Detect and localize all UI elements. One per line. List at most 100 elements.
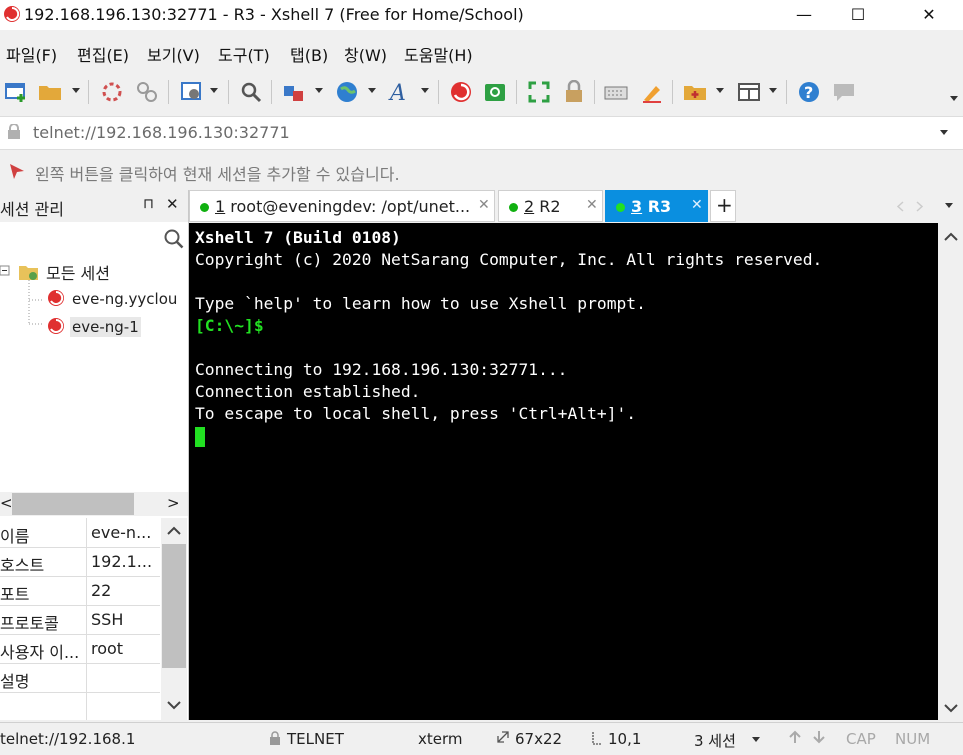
properties-dropdown-arrow-icon[interactable] xyxy=(210,88,218,93)
address-input[interactable]: telnet://192.168.196.130:32771 xyxy=(33,123,290,142)
search-icon[interactable] xyxy=(163,228,185,250)
scroll-up-arrow-icon[interactable] xyxy=(944,232,958,242)
terminal-scrollbar[interactable] xyxy=(938,223,963,720)
download-arrow-icon xyxy=(813,731,825,744)
property-value: eve-n... xyxy=(91,523,152,542)
toolbar-overflow-arrow-icon[interactable] xyxy=(950,96,958,101)
menu-file[interactable]: 파일(F) xyxy=(6,42,57,66)
globe-dropdown-arrow-icon[interactable] xyxy=(368,88,376,93)
globe-icon[interactable] xyxy=(335,80,359,104)
menu-tools[interactable]: 도구(T) xyxy=(218,42,270,66)
menu-edit[interactable]: 편집(E) xyxy=(77,42,129,66)
menu-help[interactable]: 도움말(H) xyxy=(404,42,473,66)
tab-scroll-left-icon[interactable] xyxy=(896,201,904,212)
close-tab-icon[interactable]: ✕ xyxy=(586,197,598,213)
tab-session-3[interactable]: 3 R3 ✕ xyxy=(605,190,708,222)
lock-icon[interactable] xyxy=(562,80,586,104)
session-manager-title: 세션 관리 xyxy=(0,200,64,219)
transfer-icon[interactable] xyxy=(282,80,306,104)
terminal-screen[interactable]: Xshell 7 (Build 0108) Copyright (c) 2020… xyxy=(189,223,938,720)
terminal-line: Copyright (c) 2020 NetSarang Computer, I… xyxy=(195,250,823,269)
property-value: SSH xyxy=(91,610,124,629)
layout-icon[interactable] xyxy=(737,80,761,104)
font-icon[interactable]: A xyxy=(388,80,412,104)
terminal-line: To escape to local shell, press 'Ctrl+Al… xyxy=(195,404,637,423)
properties-vertical-scrollbar[interactable] xyxy=(161,518,187,720)
cursor-position-icon xyxy=(592,732,601,745)
scroll-thumb[interactable] xyxy=(162,544,186,668)
font-dropdown-arrow-icon[interactable] xyxy=(421,88,429,93)
highlight-pen-icon[interactable] xyxy=(640,80,664,104)
terminal-line: Connecting to 192.168.196.130:32771... xyxy=(195,360,568,379)
close-tab-icon[interactable]: ✕ xyxy=(691,197,703,213)
status-bar: telnet://192.168.196.130:32771 TELNET xt… xyxy=(0,722,963,755)
transfer-dropdown-arrow-icon[interactable] xyxy=(315,88,323,93)
maximize-button[interactable]: ☐ xyxy=(835,0,881,30)
properties-icon[interactable] xyxy=(180,80,204,104)
session-manager-header: 세션 관리 ⊓ ✕ xyxy=(0,190,188,222)
scroll-up-arrow-icon[interactable] xyxy=(167,526,181,536)
property-name: 사용자 이... xyxy=(0,643,80,662)
scroll-right-arrow-icon[interactable]: > xyxy=(167,494,180,512)
property-row: 설명 xyxy=(0,663,160,693)
scroll-left-arrow-icon[interactable]: < xyxy=(0,494,13,512)
folder-dropdown-arrow-icon[interactable] xyxy=(716,88,724,93)
keyboard-icon[interactable] xyxy=(604,80,628,104)
toolbar-separator xyxy=(438,80,439,104)
toolbar-separator xyxy=(271,80,272,104)
scroll-thumb[interactable] xyxy=(12,493,134,515)
status-session-count: 3 세션 xyxy=(694,732,736,750)
tree-root-all-sessions[interactable]: 모든 세션 xyxy=(46,260,110,284)
lock-icon xyxy=(8,124,20,139)
disconnect-icon[interactable] xyxy=(135,80,159,104)
scroll-down-arrow-icon[interactable] xyxy=(944,703,958,713)
scroll-down-arrow-icon[interactable] xyxy=(167,700,181,710)
window-title: 192.168.196.130:32771 - R3 - Xshell 7 (F… xyxy=(24,5,524,24)
property-value: root xyxy=(91,639,124,658)
menu-bar: 파일(F) 편집(E) 보기(V) 도구(T) 탭(B) 창(W) 도움말(H) xyxy=(0,36,963,68)
tab-session-1[interactable]: 1 root@eveningdev: /opt/unet... ✕ xyxy=(189,190,495,222)
minimize-button[interactable]: — xyxy=(781,0,827,30)
fullscreen-icon[interactable] xyxy=(527,80,551,104)
bookmark-arrow-icon[interactable] xyxy=(8,162,26,180)
tab-scroll-right-icon[interactable] xyxy=(916,201,924,212)
close-window-button[interactable]: ✕ xyxy=(906,0,952,30)
help-icon[interactable]: ? xyxy=(797,80,821,104)
add-folder-icon[interactable] xyxy=(683,80,707,104)
tree-item-session[interactable]: eve-ng-1 xyxy=(70,317,141,337)
tab-list-dropdown-icon[interactable] xyxy=(945,203,953,208)
reconnect-icon[interactable] xyxy=(100,80,124,104)
tree-item-session[interactable]: eve-ng.yyclou xyxy=(72,290,188,308)
add-tab-button[interactable]: + xyxy=(710,190,736,222)
menu-tab[interactable]: 탭(B) xyxy=(290,42,328,66)
find-magnifier-icon[interactable] xyxy=(239,80,263,104)
address-dropdown-arrow-icon[interactable] xyxy=(940,130,948,135)
tab-session-2[interactable]: 2 R2 ✕ xyxy=(498,190,603,222)
session-dropdown-arrow-icon[interactable] xyxy=(752,737,760,742)
menu-window[interactable]: 창(W) xyxy=(344,42,387,66)
status-num-lock: NUM xyxy=(895,730,931,748)
new-session-icon[interactable] xyxy=(4,80,28,104)
status-size: 67x22 xyxy=(515,730,563,748)
svg-text:A: A xyxy=(388,81,406,104)
close-tab-icon[interactable]: ✕ xyxy=(478,197,490,213)
close-pane-button[interactable]: ✕ xyxy=(166,195,179,213)
chat-bubble-icon[interactable] xyxy=(832,80,856,104)
menu-view[interactable]: 보기(V) xyxy=(147,42,200,66)
property-value: 192.1... xyxy=(91,552,153,571)
connected-status-dot xyxy=(509,203,518,212)
property-value: 22 xyxy=(91,581,112,600)
xftp-icon[interactable] xyxy=(483,80,507,104)
connected-status-dot xyxy=(200,203,209,212)
tab-label: 3 R3 xyxy=(631,197,672,216)
terminal-cursor xyxy=(195,427,205,447)
open-dropdown-arrow-icon[interactable] xyxy=(72,88,80,93)
tree-horizontal-scrollbar[interactable]: < > xyxy=(0,492,188,516)
pin-icon[interactable]: ⊓ xyxy=(143,196,154,212)
open-folder-icon[interactable] xyxy=(38,80,62,104)
layout-dropdown-arrow-icon[interactable] xyxy=(769,88,777,93)
xshell-icon[interactable] xyxy=(449,80,473,104)
property-name: 포트 xyxy=(0,585,30,604)
address-bar[interactable]: telnet://192.168.196.130:32771 xyxy=(0,116,963,150)
terminal-line: Xshell 7 (Build 0108) xyxy=(195,228,401,247)
